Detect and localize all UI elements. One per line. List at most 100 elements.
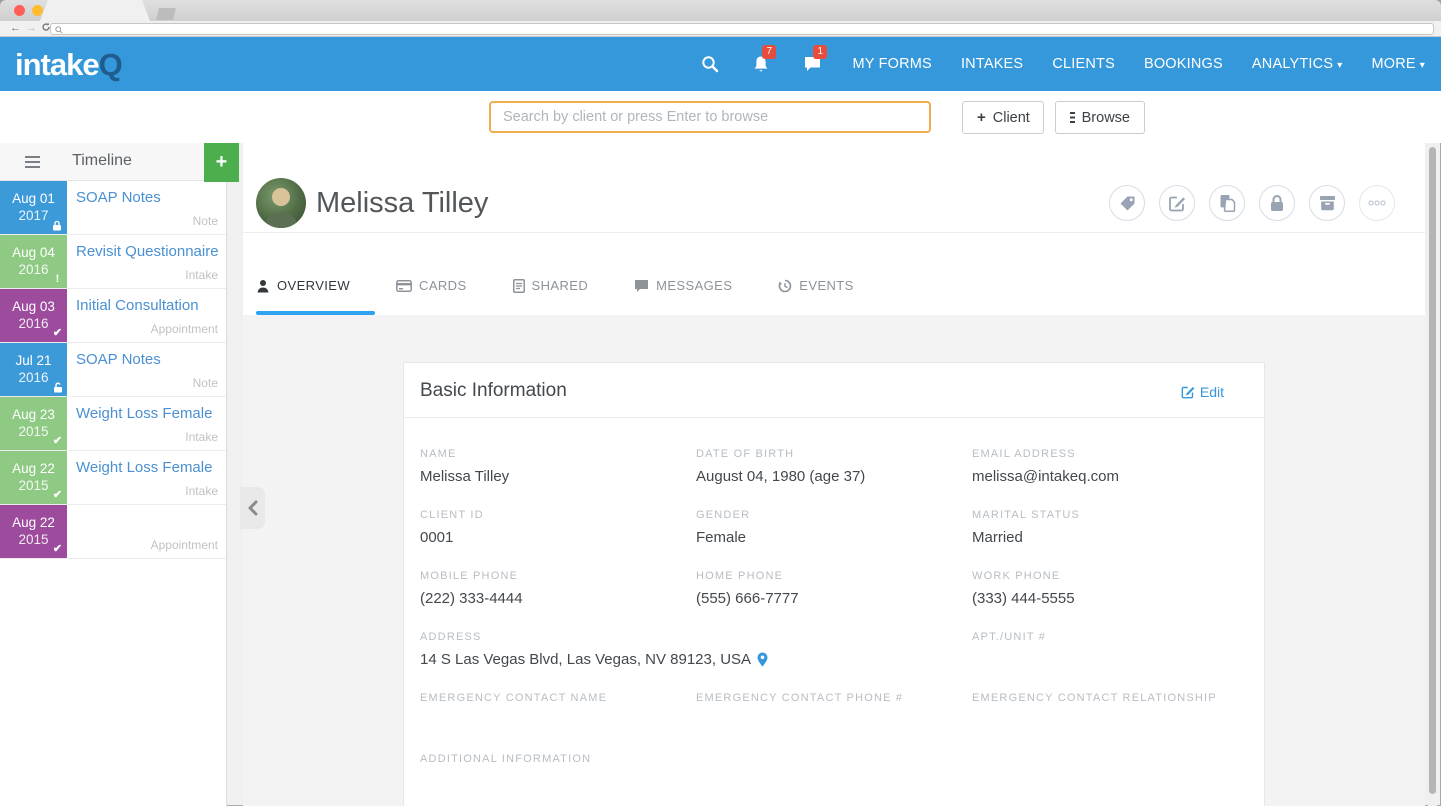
list-icon: [1070, 112, 1075, 123]
entry-date: Aug 012017: [0, 181, 67, 234]
collapse-sidebar-handle[interactable]: [240, 487, 265, 529]
archive-button[interactable]: [1309, 185, 1345, 221]
field-apt-unit: APT./UNIT #: [972, 631, 1248, 669]
timeline-entry[interactable]: Aug 222015 ✔ Appointment: [0, 505, 226, 559]
field-marital-status: MARITAL STATUSMarried: [972, 509, 1248, 547]
entry-title[interactable]: Revisit Questionnaire: [76, 243, 219, 260]
entry-type: Appointment: [151, 538, 218, 552]
messages-badge: 1: [813, 45, 827, 59]
check-icon: ✔: [52, 436, 63, 447]
field-additional-information: ADDITIONAL INFORMATION: [420, 753, 992, 791]
search-icon[interactable]: [699, 53, 721, 75]
basic-info-grid: NAMEMelissa Tilley DATE OF BIRTHAugust 0…: [404, 418, 1264, 791]
minimize-window-button[interactable]: [32, 5, 43, 16]
timeline-entry[interactable]: Aug 222015 ✔ Weight Loss Female Intake: [0, 451, 226, 505]
lock-button[interactable]: [1259, 185, 1295, 221]
check-icon: ✔: [52, 490, 63, 501]
edit-button[interactable]: [1159, 185, 1195, 221]
edit-icon: [1169, 195, 1186, 212]
notifications-badge: 7: [762, 45, 776, 59]
notifications-bell-icon[interactable]: 7: [750, 53, 772, 75]
timeline-entry[interactable]: Aug 012017 SOAP Notes Note: [0, 181, 226, 235]
tab-cards[interactable]: CARDS: [396, 278, 467, 293]
card-header: Basic Information Edit: [404, 363, 1264, 418]
client-search-input[interactable]: [489, 101, 931, 133]
tab-shared[interactable]: SHARED: [513, 278, 589, 293]
field-name: NAMEMelissa Tilley: [420, 448, 696, 486]
person-icon: [256, 279, 270, 293]
copy-button[interactable]: [1209, 185, 1245, 221]
chevron-left-icon: [246, 499, 260, 517]
timeline-entry[interactable]: Aug 232015 ✔ Weight Loss Female Intake: [0, 397, 226, 451]
messages-bubble-icon[interactable]: 1: [801, 53, 823, 75]
forward-icon[interactable]: →: [26, 21, 37, 36]
history-icon: [778, 279, 792, 293]
browser-address-bar: ← →: [0, 21, 1441, 37]
timeline-entry[interactable]: Aug 032016 ✔ Initial Consultation Appoin…: [0, 289, 226, 343]
nav-item-clients[interactable]: CLIENTS: [1052, 56, 1115, 72]
browser-tab[interactable]: [40, 0, 150, 21]
client-tabs: OVERVIEW CARDS SHARED MESSAGES EVENTS: [243, 233, 1425, 315]
field-email-address: EMAIL ADDRESSmelissa@intakeq.com: [972, 448, 1248, 486]
new-tab-button[interactable]: [156, 8, 176, 20]
entry-date: Aug 222015 ✔: [0, 451, 67, 504]
timeline-entry[interactable]: Jul 212016 SOAP Notes Note: [0, 343, 226, 397]
entry-title[interactable]: Weight Loss Female: [76, 405, 212, 422]
plus-icon: +: [977, 109, 986, 126]
tab-messages[interactable]: MESSAGES: [634, 278, 732, 293]
map-pin-icon[interactable]: [757, 652, 768, 667]
entry-title[interactable]: Initial Consultation: [76, 297, 199, 314]
entry-title[interactable]: SOAP Notes: [76, 351, 161, 368]
basic-information-card: Basic Information Edit NAMEMelissa Tille…: [403, 362, 1265, 806]
archive-icon: [1319, 195, 1336, 211]
timeline-entry[interactable]: Aug 042016 ! Revisit Questionnaire Intak…: [0, 235, 226, 289]
edit-basic-info-link[interactable]: Edit: [1181, 384, 1224, 400]
nav-item-analytics[interactable]: ANALYTICS▾: [1252, 56, 1343, 72]
tab-overview[interactable]: OVERVIEW: [256, 278, 350, 293]
back-icon[interactable]: ←: [10, 21, 21, 36]
card-icon: [396, 280, 412, 292]
timeline-header: Timeline: [0, 143, 226, 181]
client-actions: [1109, 185, 1395, 221]
lock-icon: [1269, 194, 1285, 212]
tab-events[interactable]: EVENTS: [778, 278, 853, 293]
entry-type: Note: [193, 214, 218, 228]
field-work-phone: WORK PHONE(333) 444-5555: [972, 570, 1248, 608]
browse-button[interactable]: Browse: [1055, 101, 1145, 134]
exclamation-icon: !: [52, 274, 63, 285]
entry-date: Aug 222015 ✔: [0, 505, 67, 558]
tag-button[interactable]: [1109, 185, 1145, 221]
chevron-down-icon: ▾: [1420, 60, 1425, 71]
timeline-sidebar: Timeline Aug 012017 SOAP Notes Note Aug …: [0, 143, 227, 806]
card-title: Basic Information: [420, 380, 567, 402]
field-home-phone: HOME PHONE(555) 666-7777: [696, 570, 972, 608]
url-input[interactable]: [50, 23, 1434, 35]
lock-icon: [52, 220, 63, 231]
field-emergency-contact-name: EMERGENCY CONTACT NAME: [420, 692, 696, 730]
tag-icon: [1119, 195, 1136, 212]
entry-type: Note: [193, 376, 218, 390]
nav-item-my-forms[interactable]: MY FORMS: [852, 56, 931, 72]
chevron-down-icon: ▾: [1337, 60, 1342, 71]
browser-titlebar: [0, 0, 1441, 21]
add-timeline-item-button[interactable]: +: [204, 143, 239, 182]
entry-title[interactable]: Weight Loss Female: [76, 459, 212, 476]
scrollbar-thumb[interactable]: [1429, 147, 1436, 794]
more-actions-button[interactable]: [1359, 185, 1395, 221]
speech-bubble-icon: [634, 279, 649, 293]
add-client-button[interactable]: + Client: [962, 101, 1044, 134]
ellipsis-icon: [1368, 200, 1386, 206]
entry-type: Intake: [185, 268, 218, 282]
field-gender: GENDERFemale: [696, 509, 972, 547]
navbar-menu: 7 1 MY FORMS INTAKES CLIENTS BOOKINGS AN…: [699, 37, 1425, 91]
nav-item-intakes[interactable]: INTAKES: [961, 56, 1023, 72]
avatar[interactable]: [256, 178, 306, 228]
close-window-button[interactable]: [14, 5, 25, 16]
entry-title[interactable]: SOAP Notes: [76, 189, 161, 206]
field-emergency-contact-phone: EMERGENCY CONTACT PHONE #: [696, 692, 972, 730]
search-row: + Client Browse: [0, 91, 1441, 143]
check-icon: ✔: [52, 328, 63, 339]
nav-item-bookings[interactable]: BOOKINGS: [1144, 56, 1223, 72]
app-logo[interactable]: intakeQ: [15, 47, 122, 83]
nav-item-more[interactable]: MORE▾: [1371, 56, 1425, 72]
